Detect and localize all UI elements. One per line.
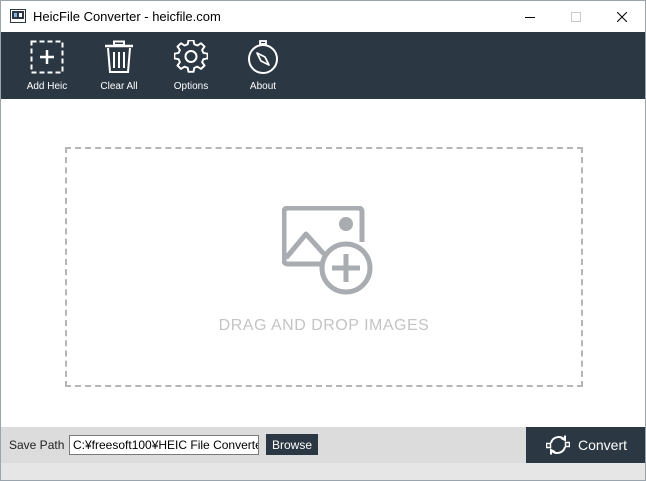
save-path-input[interactable]: C:¥freesoft100¥HEIC File Converter (69, 435, 259, 455)
browse-button[interactable]: Browse (266, 434, 318, 455)
about-button[interactable]: About (233, 32, 293, 99)
close-button[interactable] (599, 1, 645, 32)
window-title: HeicFile Converter - heicfile.com (33, 9, 221, 24)
convert-button[interactable]: Convert (526, 427, 645, 463)
trash-icon (105, 40, 133, 73)
bottom-bar: Save Path C:¥freesoft100¥HEIC File Conve… (1, 427, 645, 463)
drop-hint-text: DRAG AND DROP IMAGES (218, 317, 430, 334)
title-bar: HeicFile Converter - heicfile.com (1, 1, 645, 32)
save-path-label: Save Path (9, 438, 65, 452)
app-window: HeicFile Converter - heicfile.com Add He… (0, 0, 646, 481)
compass-icon (248, 40, 278, 74)
maximize-icon (571, 11, 581, 22)
minimize-button[interactable] (507, 1, 553, 32)
clear-all-button[interactable]: Clear All (89, 32, 149, 99)
minimize-icon (525, 16, 535, 18)
toolbar: Add Heic Clear All Options About (1, 32, 645, 99)
status-bar (1, 463, 645, 480)
app-icon (10, 9, 26, 23)
options-button[interactable]: Options (161, 32, 221, 99)
about-label: About (249, 81, 277, 92)
clear-all-label: Clear All (100, 81, 138, 92)
drop-zone[interactable]: DRAG AND DROP IMAGES (65, 147, 583, 387)
image-add-icon (282, 206, 373, 295)
convert-label: Convert (578, 437, 628, 453)
maximize-button[interactable] (553, 1, 599, 32)
convert-arrows-icon (546, 435, 570, 455)
main-area: DRAG AND DROP IMAGES (1, 99, 645, 427)
add-heic-button[interactable]: Add Heic (17, 32, 77, 99)
gear-icon (174, 40, 208, 73)
add-file-icon (30, 40, 64, 74)
add-heic-label: Add Heic (26, 81, 68, 92)
options-label: Options (173, 81, 209, 92)
close-icon (617, 11, 627, 22)
